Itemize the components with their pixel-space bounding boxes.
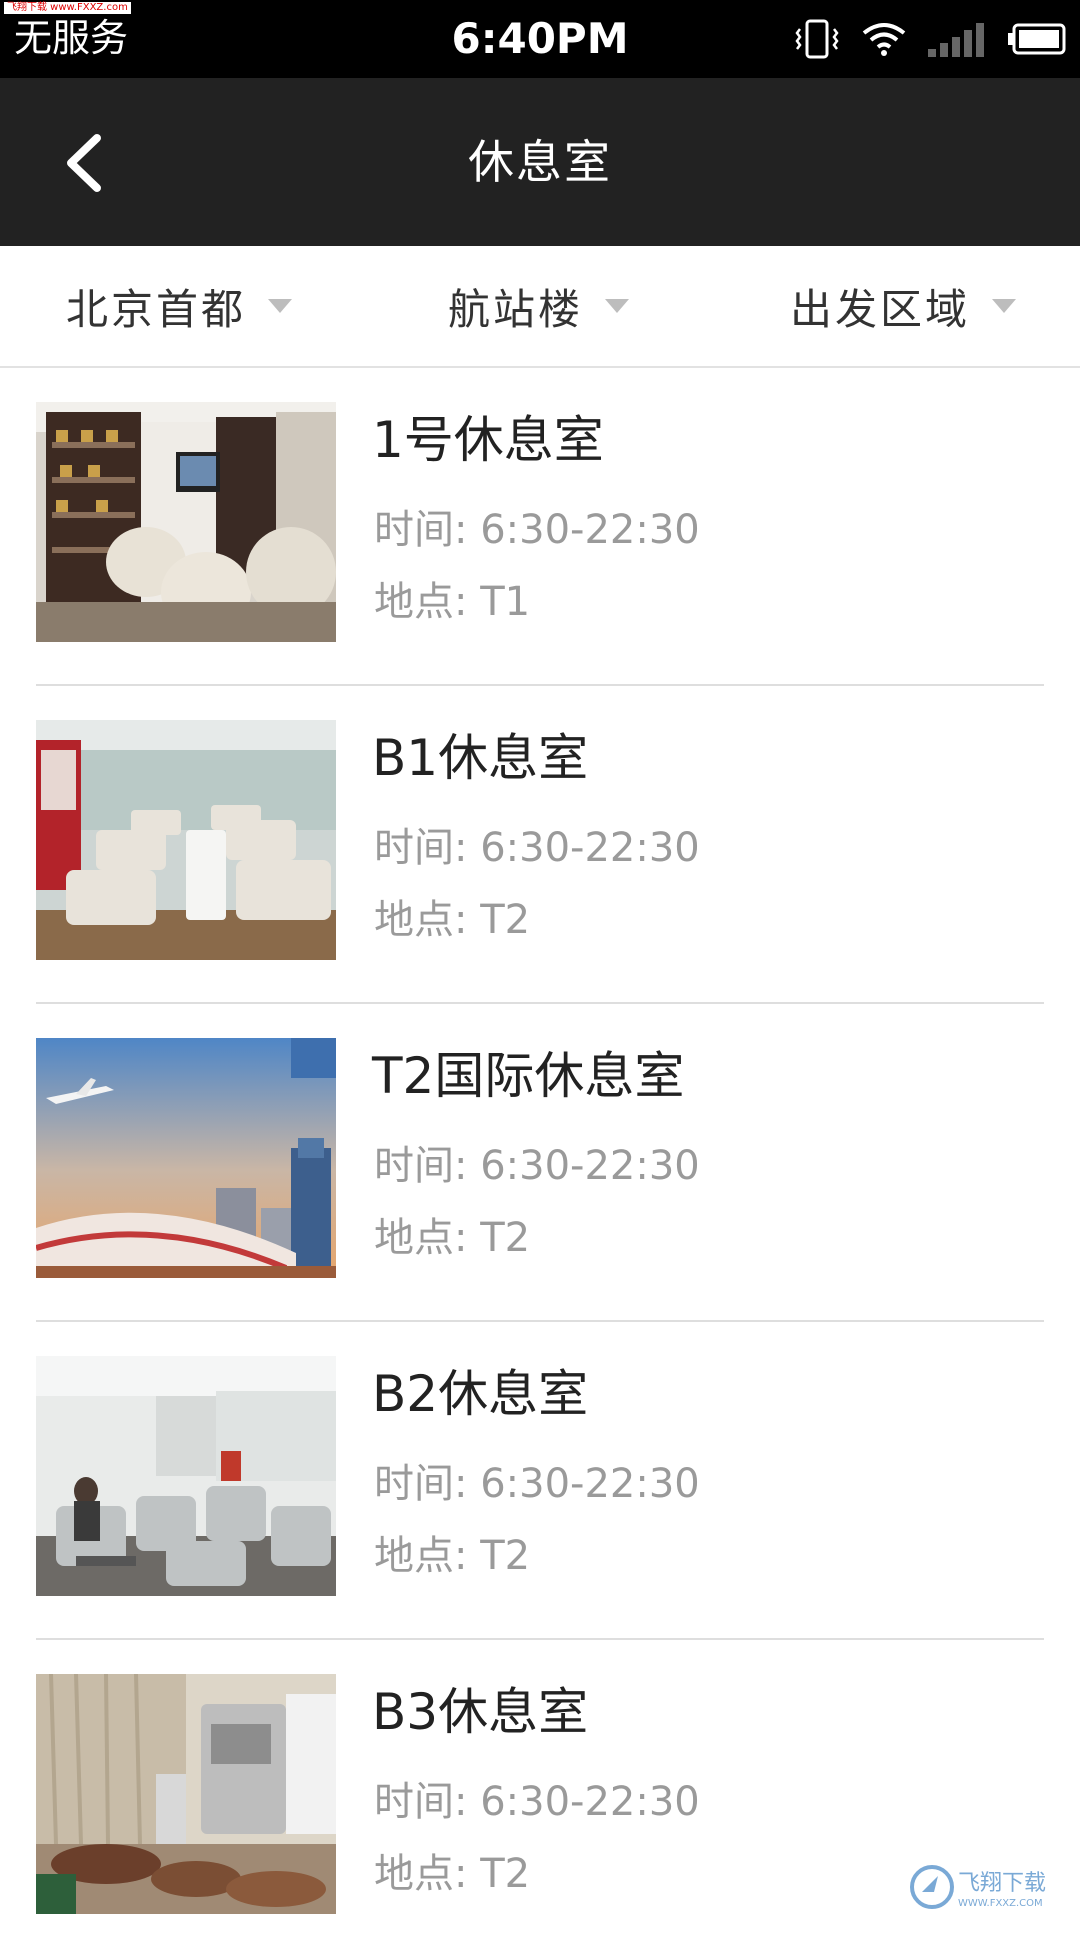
lounge-photo: [36, 1038, 336, 1278]
filter-city[interactable]: 北京首都: [66, 276, 293, 336]
watermark-text: 飞翔下载: [958, 1871, 1046, 1896]
lounge-hours: 时间: 6:30-22:30: [374, 507, 700, 553]
lounge-hours: 时间: 6:30-22:30: [374, 1143, 700, 1189]
lounge-location: 地点: T2: [374, 1215, 531, 1261]
filter-city-label: 北京首都: [66, 284, 247, 334]
lounge-title: B1休息室: [372, 729, 589, 787]
lounge-photo: [36, 720, 336, 960]
filter-terminal-label: 航站楼: [448, 284, 584, 334]
watermark-badge: 飞翔下载 www.FXXZ.com: [4, 2, 131, 14]
lounge-title: 1号休息室: [372, 411, 604, 469]
vibrate-icon: [795, 19, 839, 59]
status-icons: [794, 16, 1066, 62]
wifi-icon: [862, 23, 906, 56]
lounge-hours: 时间: 6:30-22:30: [374, 1779, 700, 1825]
lounge-hours: 时间: 6:30-22:30: [374, 1461, 700, 1507]
caret-down-icon: [268, 299, 293, 313]
list-item[interactable]: B1休息室 时间: 6:30-22:30 地点: T2: [0, 686, 1080, 1004]
filter-terminal[interactable]: 航站楼: [448, 276, 630, 336]
lounge-title: B2休息室: [372, 1365, 589, 1423]
nav-bar: 休息室: [0, 78, 1080, 246]
page-title: 休息室: [468, 135, 612, 189]
lounge-photo: [36, 402, 336, 642]
watermark-logo: 飞翔下载 WWW.FXXZ.COM: [910, 1862, 1070, 1912]
lounge-location: 地点: T2: [374, 1533, 531, 1579]
lounge-location: 地点: T2: [374, 897, 531, 943]
list-item[interactable]: 1号休息室 时间: 6:30-22:30 地点: T1: [0, 368, 1080, 686]
filter-area-label: 出发区域: [790, 284, 971, 334]
lounge-location: 地点: T2: [374, 1851, 531, 1897]
lounge-location: 地点: T1: [374, 579, 531, 625]
filter-area[interactable]: 出发区域: [790, 276, 1017, 336]
lounge-list: 1号休息室 时间: 6:30-22:30 地点: T1 B1休息室 时间: 6:…: [0, 368, 1080, 1958]
lounge-title: T2国际休息室: [372, 1047, 685, 1105]
lounge-hours: 时间: 6:30-22:30: [374, 825, 700, 871]
caret-down-icon: [992, 299, 1017, 313]
lounge-photo: [36, 1674, 336, 1914]
list-item[interactable]: T2国际休息室 时间: 6:30-22:30 地点: T2: [0, 1004, 1080, 1322]
watermark-url: WWW.FXXZ.COM: [958, 1898, 1043, 1909]
list-item[interactable]: B2休息室 时间: 6:30-22:30 地点: T2: [0, 1322, 1080, 1640]
caret-down-icon: [605, 299, 630, 313]
signal-icon: [928, 23, 984, 57]
battery-icon: [1008, 23, 1066, 55]
filter-bar: 北京首都 航站楼 出发区域: [0, 246, 1080, 368]
status-bar: 飞翔下载 www.FXXZ.com 无服务 6:40PM: [0, 0, 1080, 78]
lounge-title: B3休息室: [372, 1683, 589, 1741]
lounge-photo: [36, 1356, 336, 1596]
